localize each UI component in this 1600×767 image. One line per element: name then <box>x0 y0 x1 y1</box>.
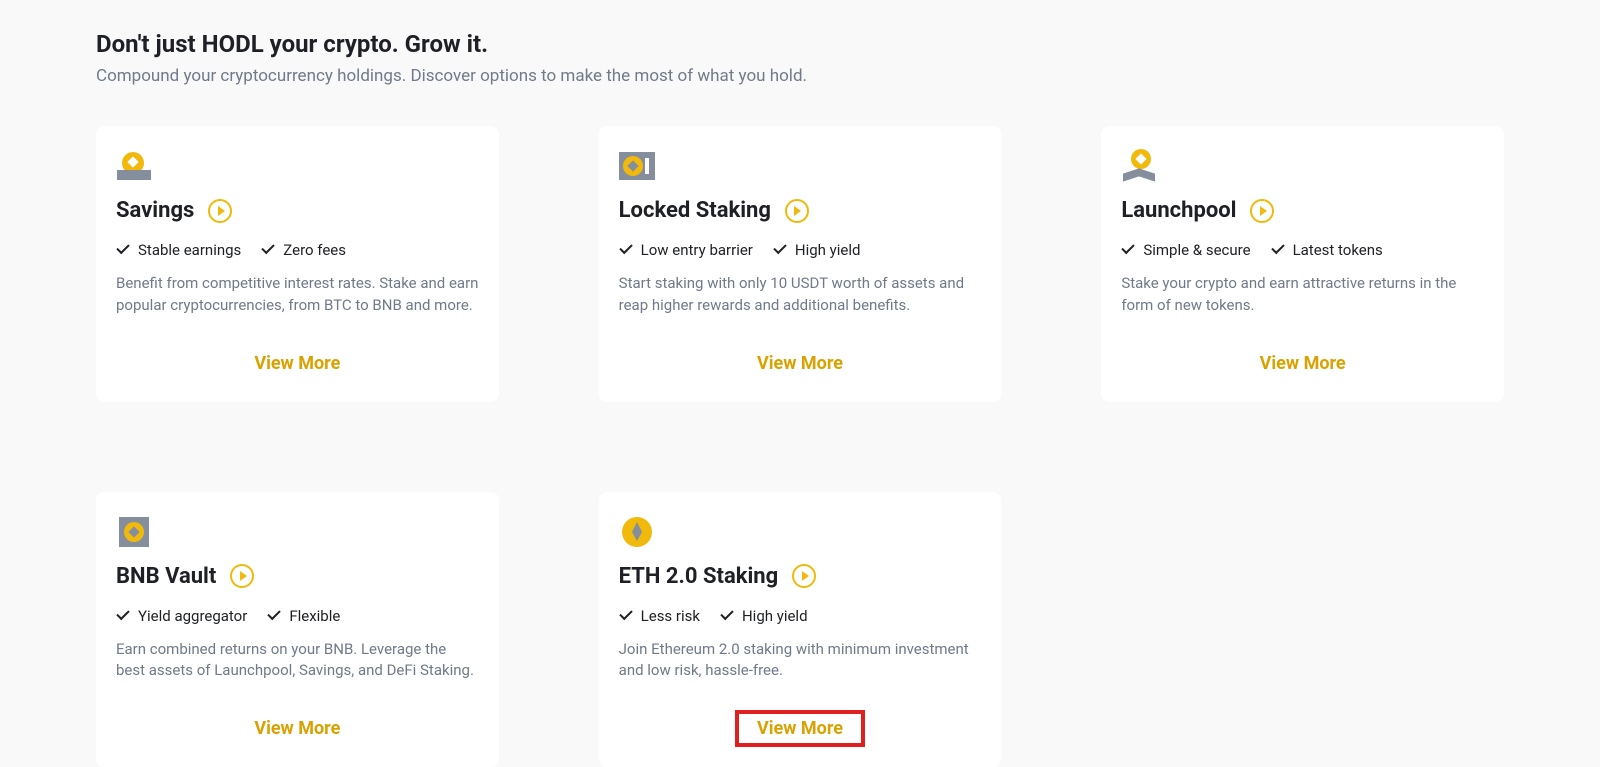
feature: Zero fees <box>261 241 346 259</box>
feature: Yield aggregator <box>116 607 247 625</box>
check-icon <box>1271 245 1285 255</box>
feature: Stable earnings <box>116 241 241 259</box>
launchpool-icon <box>1121 148 1157 184</box>
locked-staking-icon <box>619 148 655 184</box>
highlight-box: View More <box>735 710 865 747</box>
card-title: BNB Vault <box>116 564 216 589</box>
card-bnb-vault: BNB Vault Yield aggregator Flexible Earn… <box>96 492 499 767</box>
card-description: Benefit from competitive interest rates.… <box>116 273 479 317</box>
feature: High yield <box>720 607 808 625</box>
feature-label: Latest tokens <box>1293 241 1383 259</box>
feature: Flexible <box>267 607 340 625</box>
play-icon[interactable] <box>208 199 232 223</box>
check-icon <box>261 245 275 255</box>
check-icon <box>267 611 281 621</box>
card-locked-staking: Locked Staking Low entry barrier High yi… <box>599 126 1002 402</box>
view-more-link[interactable]: View More <box>116 345 479 382</box>
card-description: Join Ethereum 2.0 staking with minimum i… <box>619 639 982 683</box>
page-subtitle: Compound your cryptocurrency holdings. D… <box>96 66 1504 86</box>
eth-staking-icon <box>619 514 655 550</box>
play-icon[interactable] <box>1250 199 1274 223</box>
card-description: Earn combined returns on your BNB. Lever… <box>116 639 479 683</box>
check-icon <box>116 611 130 621</box>
card-title: ETH 2.0 Staking <box>619 564 779 589</box>
savings-icon <box>116 148 152 184</box>
features-row: Low entry barrier High yield <box>619 241 982 259</box>
card-description: Start staking with only 10 USDT worth of… <box>619 273 982 317</box>
cards-grid: Savings Stable earnings Zero fees Benefi… <box>96 126 1504 767</box>
view-more-link[interactable]: View More <box>619 345 982 382</box>
check-icon <box>619 611 633 621</box>
features-row: Yield aggregator Flexible <box>116 607 479 625</box>
bnb-vault-icon <box>116 514 152 550</box>
feature-label: High yield <box>742 607 808 625</box>
check-icon <box>116 245 130 255</box>
feature-label: Flexible <box>289 607 340 625</box>
feature-label: Yield aggregator <box>138 607 247 625</box>
card-title-row: Launchpool <box>1121 198 1484 223</box>
feature: High yield <box>773 241 861 259</box>
feature: Low entry barrier <box>619 241 753 259</box>
card-title: Savings <box>116 198 194 223</box>
view-more-link[interactable]: View More <box>1121 345 1484 382</box>
card-launchpool: Launchpool Simple & secure Latest tokens… <box>1101 126 1504 402</box>
card-title-row: BNB Vault <box>116 564 479 589</box>
feature-label: Simple & secure <box>1143 241 1250 259</box>
check-icon <box>720 611 734 621</box>
card-title: Locked Staking <box>619 198 771 223</box>
check-icon <box>619 245 633 255</box>
feature-label: Stable earnings <box>138 241 241 259</box>
check-icon <box>773 245 787 255</box>
feature-label: High yield <box>795 241 861 259</box>
card-savings: Savings Stable earnings Zero fees Benefi… <box>96 126 499 402</box>
view-more-link[interactable]: View More <box>116 710 479 747</box>
card-description: Stake your crypto and earn attractive re… <box>1121 273 1484 317</box>
feature-label: Low entry barrier <box>641 241 753 259</box>
feature: Simple & secure <box>1121 241 1250 259</box>
view-more-link[interactable]: View More <box>757 718 843 739</box>
card-title-row: Savings <box>116 198 479 223</box>
card-title-row: Locked Staking <box>619 198 982 223</box>
card-title-row: ETH 2.0 Staking <box>619 564 982 589</box>
features-row: Less risk High yield <box>619 607 982 625</box>
features-row: Simple & secure Latest tokens <box>1121 241 1484 259</box>
feature-label: Less risk <box>641 607 700 625</box>
play-icon[interactable] <box>785 199 809 223</box>
play-icon[interactable] <box>792 564 816 588</box>
feature: Latest tokens <box>1271 241 1383 259</box>
check-icon <box>1121 245 1135 255</box>
feature-label: Zero fees <box>283 241 346 259</box>
feature: Less risk <box>619 607 700 625</box>
play-icon[interactable] <box>230 564 254 588</box>
card-eth-staking: ETH 2.0 Staking Less risk High yield Joi… <box>599 492 1002 767</box>
page-title: Don't just HODL your crypto. Grow it. <box>96 30 1504 58</box>
features-row: Stable earnings Zero fees <box>116 241 479 259</box>
card-title: Launchpool <box>1121 198 1236 223</box>
